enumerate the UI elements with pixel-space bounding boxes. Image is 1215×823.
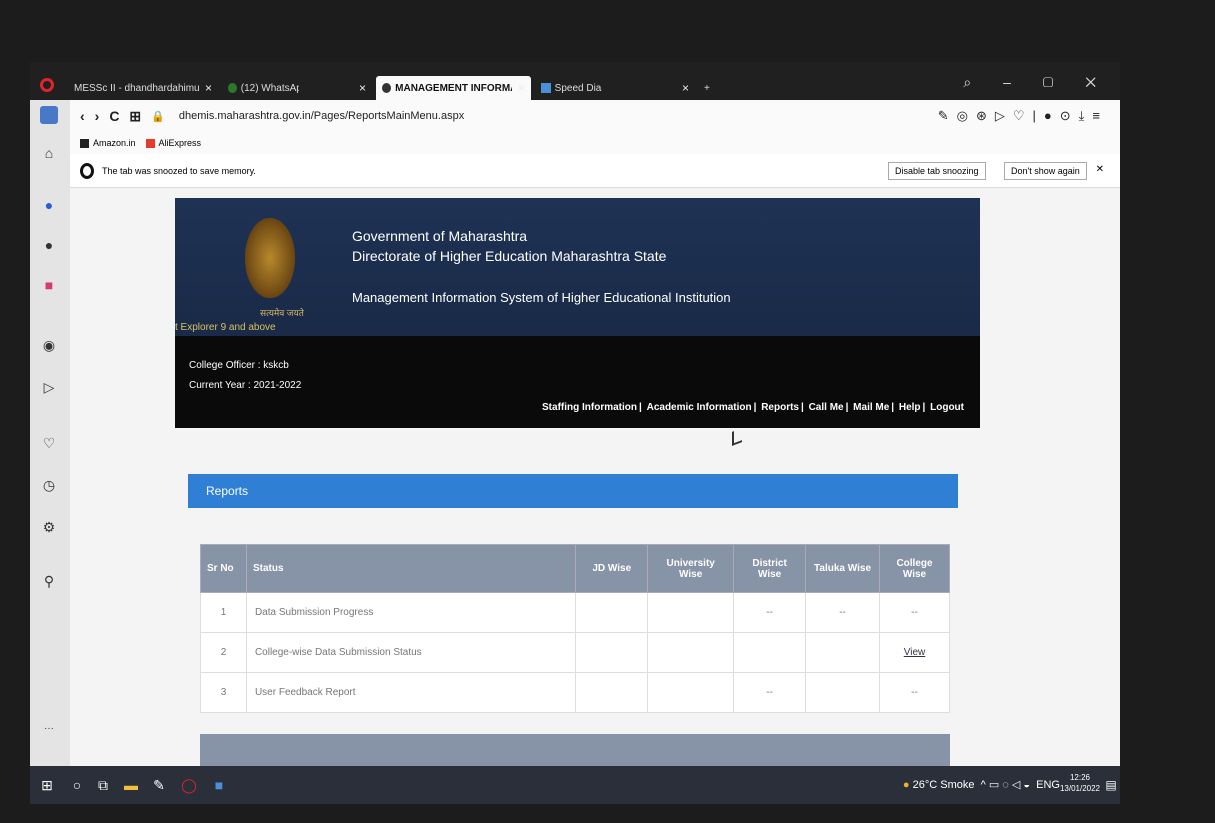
- tab-management-info[interactable]: MANAGEMENT INFORMAT ×: [376, 76, 531, 100]
- opera-icon: [80, 162, 94, 179]
- tab-messc[interactable]: MESSc II - dhandhardahimuro(CDS ×: [68, 76, 218, 100]
- settings-icon[interactable]: ⚙: [40, 518, 58, 536]
- table-row: 2 College-wise Data Submission Status Vi…: [200, 632, 950, 673]
- weather-icon: ●: [902, 779, 910, 791]
- tab-label: (12) WhatsApp: [240, 82, 299, 94]
- more-icon[interactable]: ···: [40, 720, 58, 738]
- notifications-icon[interactable]: ▤: [1102, 776, 1120, 794]
- government-title: Government of Maharashtra: [352, 228, 528, 244]
- college-officer: College Officer : kskcb: [189, 360, 289, 371]
- col-status: Status: [245, 544, 577, 593]
- tab-whatsapp[interactable]: (12) WhatsApp ×: [222, 76, 372, 100]
- tab-label: MESSc II - dhandhardahimuro(CDS: [74, 82, 199, 94]
- url-field[interactable]: dhemis.maharashtra.gov.in/Pages/ReportsM…: [179, 110, 464, 122]
- bookmark-amazon[interactable]: Amazon.in: [80, 138, 136, 148]
- taskbar: ⊞ ○ ⧉ ▬ ✎ ◯ ■ ● 26°C Smoke ^ ▭ ◌ ◁ ◒ ENG…: [30, 766, 1120, 804]
- history-icon[interactable]: ◷: [40, 476, 58, 494]
- task-view-icon[interactable]: ⧉: [94, 776, 112, 794]
- instagram-icon[interactable]: ■: [40, 276, 58, 294]
- page-content: सत्यमेव जयते t Explorer 9 and above Gove…: [70, 188, 1120, 768]
- header-banner: सत्यमेव जयते t Explorer 9 and above Gove…: [175, 198, 980, 428]
- browser-note: t Explorer 9 and above: [175, 322, 276, 333]
- language[interactable]: ENG: [1036, 779, 1060, 791]
- snooze-message: The tab was snoozed to save memory.: [102, 165, 256, 176]
- whatsapp-icon: [228, 83, 237, 93]
- view-link[interactable]: View: [904, 647, 926, 658]
- lock-icon: 🔒: [151, 110, 165, 123]
- home-icon[interactable]: ⌂: [40, 144, 58, 162]
- pen-app-icon[interactable]: ✎: [150, 776, 168, 794]
- col-taluka-wise: Taluka Wise: [805, 544, 880, 593]
- tab-bar: MESSc II - dhandhardahimuro(CDS × (12) Wh…: [30, 62, 1120, 100]
- speed-dial-icon[interactable]: [40, 106, 58, 124]
- dont-show-again-button[interactable]: Don't show again: [1004, 162, 1087, 180]
- toolbar-icons[interactable]: ✎◎⊛▷♡|●⊙⤓≡: [938, 108, 1108, 124]
- search-icon[interactable]: ○: [68, 776, 86, 794]
- current-year: Current Year : 2021-2022: [189, 380, 302, 391]
- app-icon[interactable]: ■: [210, 776, 228, 794]
- system-tray: ● 26°C Smoke ^ ▭ ◌ ◁ ◒ ENG: [903, 778, 1060, 791]
- nav-call-me[interactable]: Call Me: [809, 402, 844, 413]
- close-icon[interactable]: ×: [682, 81, 689, 95]
- nav-help[interactable]: Help: [899, 402, 921, 413]
- window-controls[interactable]: ⌕ – ▢ ✕: [963, 74, 1110, 91]
- player-icon[interactable]: ▷: [40, 378, 58, 396]
- navigation-icons[interactable]: ‹›C⊞: [80, 108, 151, 125]
- bookmarks-bar: Amazon.in AliExpress: [70, 132, 1120, 154]
- address-bar: ‹›C⊞ 🔒 dhemis.maharashtra.gov.in/Pages/R…: [70, 100, 1120, 132]
- bookmark-aliexpress[interactable]: AliExpress: [145, 138, 201, 148]
- vpn-icon[interactable]: ◉: [40, 336, 58, 354]
- snooze-notification: The tab was snoozed to save memory. Disa…: [70, 154, 1120, 188]
- nav-logout[interactable]: Logout: [930, 402, 964, 413]
- col-district-wise: District Wise: [733, 544, 807, 593]
- speed-dial-icon: [541, 83, 551, 93]
- tray-icons[interactable]: ^ ▭ ◌ ◁ ◒: [981, 779, 1030, 791]
- disable-snoozing-button[interactable]: Disable tab snoozing: [888, 162, 986, 180]
- col-college-wise: College Wise: [879, 544, 950, 593]
- table-row: 1 Data Submission Progress -- -- --: [200, 592, 950, 633]
- second-table-header: [200, 734, 950, 768]
- emblem-icon: [245, 218, 295, 298]
- file-explorer-icon[interactable]: ▬: [122, 776, 140, 794]
- close-icon[interactable]: ×: [359, 81, 366, 95]
- amazon-icon: [80, 138, 89, 148]
- tab-speed-dial[interactable]: Speed Dial ×: [535, 76, 695, 100]
- messenger-icon[interactable]: ●: [40, 196, 58, 214]
- weather-text[interactable]: 26°C Smoke: [913, 779, 975, 791]
- table-row: 3 User Feedback Report -- --: [200, 672, 950, 713]
- nav-reports[interactable]: Reports: [761, 402, 799, 413]
- nav-staffing[interactable]: Staffing Information: [542, 402, 637, 413]
- opera-icon[interactable]: ◯: [180, 776, 198, 794]
- heart-icon[interactable]: ♡: [40, 434, 58, 452]
- top-navigation: Staffing Information | Academic Informati…: [542, 402, 964, 413]
- nav-mail-me[interactable]: Mail Me: [853, 402, 889, 413]
- system-title: Management Information System of Higher …: [352, 290, 731, 305]
- clock[interactable]: 12:26 13/01/2022: [1060, 772, 1100, 794]
- sidebar: ⌂ ● ● ■ ◉ ▷ ♡ ◷ ⚙ ⚲ ···: [30, 100, 70, 804]
- col-sr-no: Sr No: [200, 544, 247, 593]
- windows-start-icon[interactable]: ⊞: [38, 776, 56, 794]
- reports-header: Reports: [188, 474, 958, 508]
- location-icon[interactable]: ⚲: [40, 572, 58, 590]
- reports-table: Sr No Status JD Wise University Wise Dis…: [200, 544, 950, 713]
- globe-icon: [382, 83, 392, 93]
- directorate-title: Directorate of Higher Education Maharash…: [352, 248, 667, 264]
- col-university-wise: University Wise: [647, 544, 735, 593]
- opera-logo-icon[interactable]: [40, 78, 54, 92]
- close-icon[interactable]: ×: [205, 81, 212, 95]
- plus-icon: +: [704, 82, 710, 94]
- whatsapp-icon[interactable]: ●: [40, 236, 58, 254]
- close-icon[interactable]: ✕: [1096, 164, 1104, 175]
- emblem-caption: सत्यमेव जयते: [260, 308, 304, 318]
- screen: MESSc II - dhandhardahimuro(CDS × (12) Wh…: [30, 62, 1120, 804]
- table-header-row: Sr No Status JD Wise University Wise Dis…: [200, 544, 950, 593]
- tab-label: Speed Dial: [554, 82, 602, 94]
- mouse-cursor-icon: [732, 428, 742, 446]
- aliexpress-icon: [145, 138, 155, 148]
- nav-academic[interactable]: Academic Information: [647, 402, 752, 413]
- new-tab-button[interactable]: +: [698, 76, 718, 100]
- col-jd-wise: JD Wise: [575, 544, 649, 593]
- tab-label: MANAGEMENT INFORMAT: [395, 82, 512, 94]
- close-icon[interactable]: ×: [518, 81, 525, 95]
